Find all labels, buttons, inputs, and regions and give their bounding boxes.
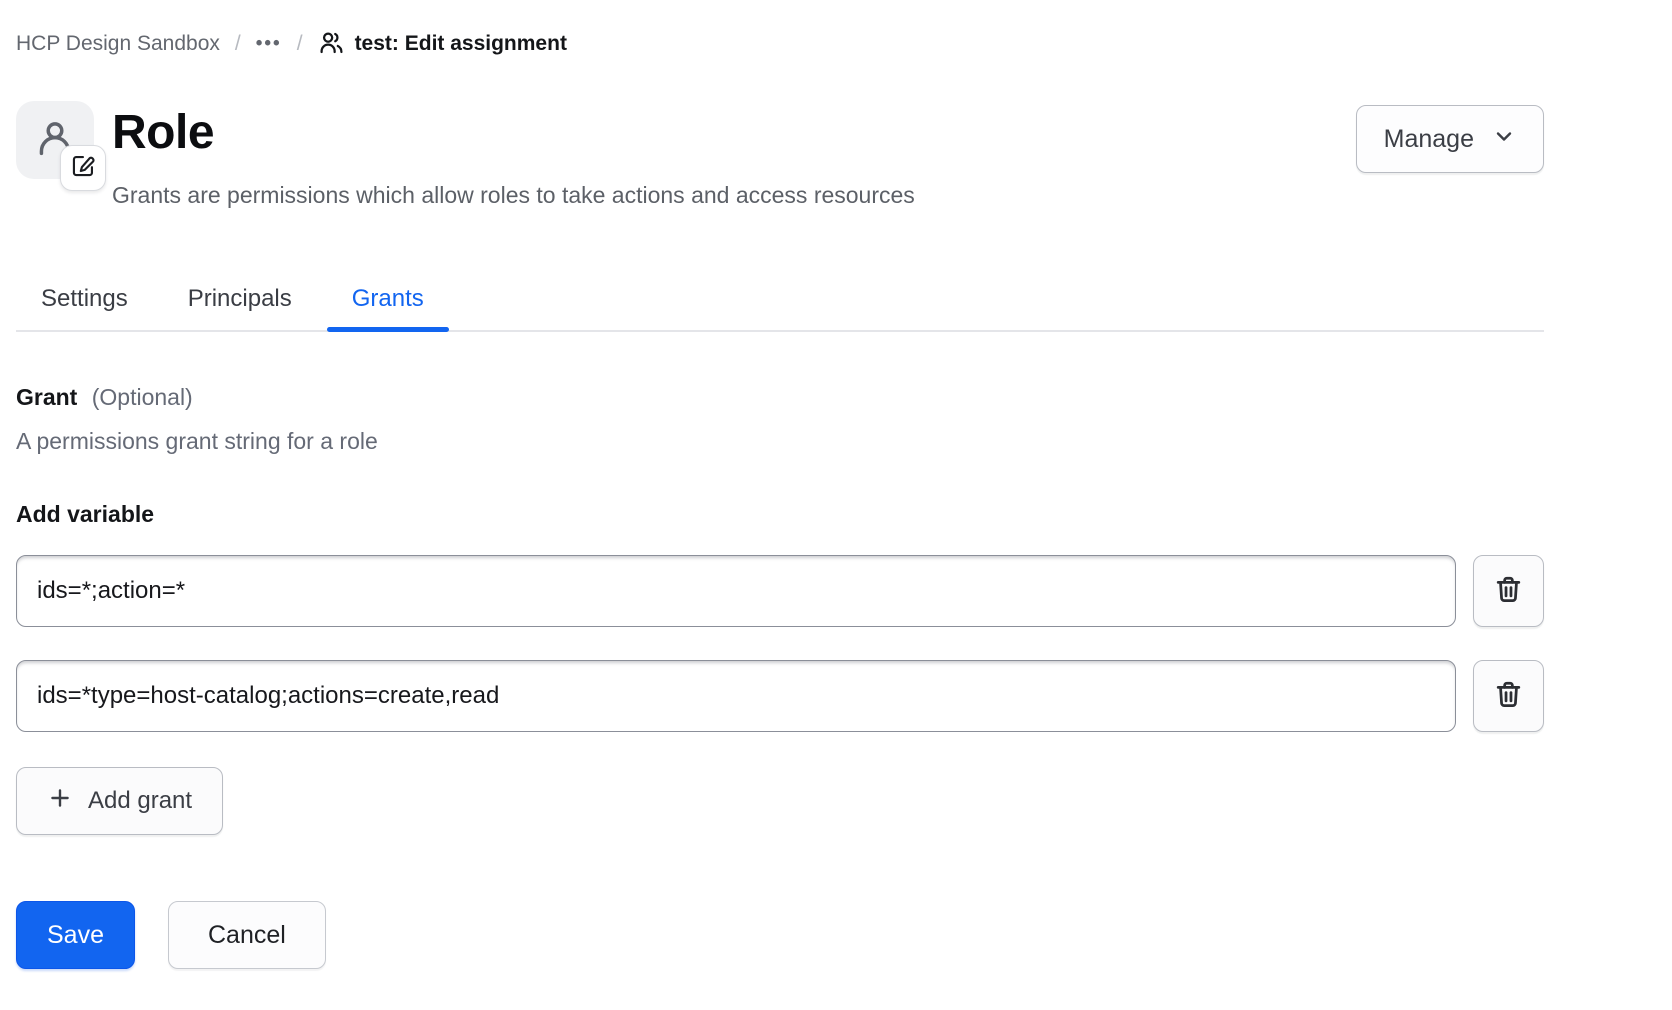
grant-input-2[interactable] (16, 660, 1456, 732)
page-content: HCP Design Sandbox / ••• / test: Edit as… (16, 0, 1544, 969)
grant-field-help: A permissions grant string for a role (16, 428, 1544, 455)
page-header: Role Grants are permissions which allow … (16, 101, 1544, 209)
delete-grant-2-button[interactable] (1473, 660, 1544, 732)
grant-input-1[interactable] (16, 555, 1456, 627)
role-avatar-wrap (16, 101, 94, 179)
form-actions: Save Cancel (16, 901, 1544, 969)
breadcrumb: HCP Design Sandbox / ••• / test: Edit as… (16, 30, 1544, 57)
trash-icon (1492, 573, 1525, 609)
tab-principals[interactable]: Principals (163, 271, 317, 330)
tab-bar: Settings Principals Grants (16, 271, 1544, 332)
grant-field-label: Grant (16, 384, 77, 410)
delete-grant-1-button[interactable] (1473, 555, 1544, 627)
title-block: Role Grants are permissions which allow … (112, 101, 1356, 209)
breadcrumb-separator: / (235, 32, 241, 56)
breadcrumb-separator: / (297, 32, 303, 56)
breadcrumb-current-label: test: Edit assignment (355, 32, 567, 56)
manage-button-label: Manage (1384, 125, 1474, 154)
tab-grants[interactable]: Grants (327, 271, 449, 330)
chevron-down-icon (1492, 124, 1516, 155)
users-icon (318, 30, 345, 57)
tab-settings[interactable]: Settings (16, 271, 153, 330)
manage-button[interactable]: Manage (1356, 105, 1544, 173)
grant-row (16, 660, 1544, 732)
breadcrumb-collapsed-button[interactable]: ••• (256, 33, 282, 55)
trash-icon (1492, 678, 1525, 714)
role-edit-page: HCP Design Sandbox / ••• / test: Edit as… (0, 0, 1672, 1010)
grant-field-optional: (Optional) (92, 384, 193, 410)
save-button[interactable]: Save (16, 901, 135, 969)
page-title: Role (112, 105, 1356, 160)
cancel-button[interactable]: Cancel (168, 901, 326, 969)
edit-avatar-button[interactable] (60, 145, 106, 191)
grant-field-label-row: Grant (Optional) (16, 384, 1544, 411)
edit-icon (70, 152, 97, 184)
grant-row (16, 555, 1544, 627)
breadcrumb-root-link[interactable]: HCP Design Sandbox (16, 32, 220, 56)
add-grant-button-label: Add grant (88, 787, 192, 815)
add-grant-button[interactable]: Add grant (16, 767, 223, 835)
plus-icon (47, 785, 73, 818)
add-variable-label: Add variable (16, 501, 1544, 528)
page-subtitle: Grants are permissions which allow roles… (112, 182, 1356, 209)
breadcrumb-current: test: Edit assignment (318, 30, 567, 57)
